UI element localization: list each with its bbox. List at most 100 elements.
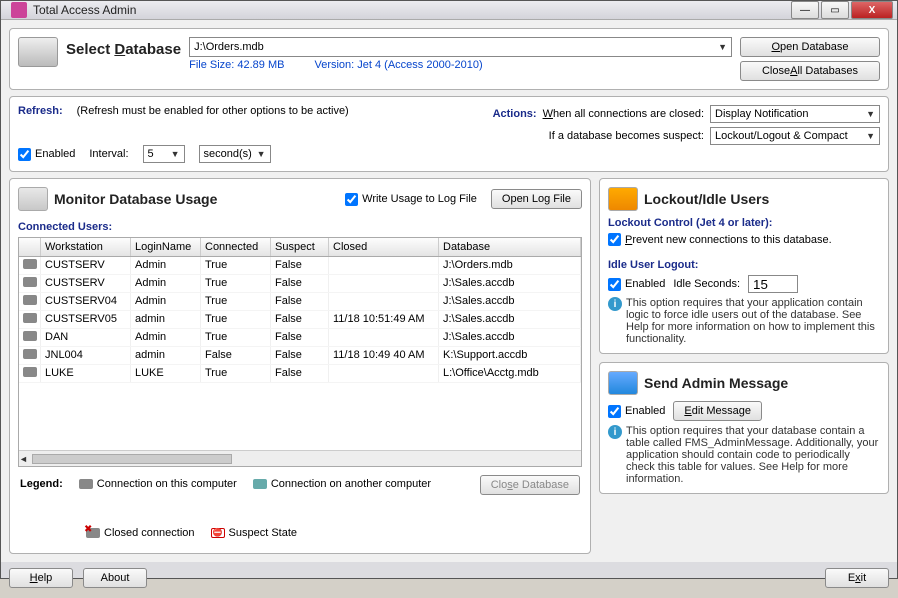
refresh-enabled-checkbox[interactable]: Enabled	[18, 148, 75, 161]
about-button[interactable]: About	[83, 568, 147, 588]
edit-message-button[interactable]: Edit Message	[673, 401, 762, 421]
cell-connected: True	[201, 365, 271, 382]
row-icon	[19, 365, 41, 382]
legend-label: Legend:	[20, 478, 63, 490]
col-suspect[interactable]: Suspect	[271, 238, 329, 256]
cell-suspect: False	[271, 347, 329, 364]
row-icon	[19, 257, 41, 274]
cell-database: J:\Sales.accdb	[439, 293, 581, 310]
grid-body[interactable]: CUSTSERVAdminTrueFalseJ:\Orders.mdbCUSTS…	[19, 257, 581, 450]
cell-database: J:\Sales.accdb	[439, 311, 581, 328]
monitor-icon	[608, 371, 638, 395]
cell-login: admin	[131, 311, 201, 328]
actions-label: Actions:	[493, 108, 537, 120]
file-size-label: File Size: 42.89 MB	[189, 59, 284, 71]
close-database-button[interactable]: Close Database	[480, 475, 580, 495]
maximize-button[interactable]: ▭	[821, 1, 849, 19]
grid-header[interactable]: Workstation LoginName Connected Suspect …	[19, 238, 581, 257]
table-row[interactable]: DANAdminTrueFalseJ:\Sales.accdb	[19, 329, 581, 347]
write-log-label: Write Usage to Log File	[362, 193, 477, 205]
cell-closed	[329, 293, 439, 310]
database-dropdown[interactable]: J:\Orders.mdb ▼	[189, 37, 732, 57]
users-grid[interactable]: Workstation LoginName Connected Suspect …	[18, 237, 582, 467]
prevent-new-checkbox[interactable]: Prevent new connections to this database…	[608, 233, 832, 246]
close-window-button[interactable]: X	[851, 1, 893, 19]
window-title: Total Access Admin	[33, 3, 791, 17]
col-closed[interactable]: Closed	[329, 238, 439, 256]
idle-seconds-label: Idle Seconds:	[673, 278, 740, 290]
send-message-panel: Send Admin Message Enabled Edit Message …	[599, 362, 889, 494]
cell-login: Admin	[131, 275, 201, 292]
cell-login: Admin	[131, 329, 201, 346]
col-workstation[interactable]: Workstation	[41, 238, 131, 256]
send-message-title: Send Admin Message	[644, 375, 788, 391]
col-database[interactable]: Database	[439, 238, 581, 256]
table-row[interactable]: CUSTSERVAdminTrueFalseJ:\Sales.accdb	[19, 275, 581, 293]
cell-closed: 11/18 10:49 40 AM	[329, 347, 439, 364]
cell-connected: True	[201, 293, 271, 310]
cell-closed	[329, 257, 439, 274]
write-log-checkbox[interactable]: Write Usage to Log File	[345, 193, 477, 206]
cell-connected: True	[201, 275, 271, 292]
help-button[interactable]: Help	[9, 568, 73, 588]
lockout-title: Lockout/Idle Users	[644, 191, 769, 207]
cell-suspect: False	[271, 329, 329, 346]
table-row[interactable]: CUSTSERV05adminTrueFalse11/18 10:51:49 A…	[19, 311, 581, 329]
open-database-button[interactable]: Open Database	[740, 37, 880, 57]
cell-connected: True	[201, 329, 271, 346]
minimize-button[interactable]: —	[791, 1, 819, 19]
horizontal-scrollbar[interactable]: ◄	[19, 450, 581, 466]
monitor-title: Monitor Database Usage	[54, 191, 217, 207]
database-icon	[18, 37, 58, 67]
col-icon[interactable]	[19, 238, 41, 256]
row-icon	[19, 275, 41, 292]
legend: Legend: Connection on this computer Conn…	[18, 467, 582, 545]
open-log-file-button[interactable]: Open Log File	[491, 189, 582, 209]
footer: Help About Exit	[1, 562, 897, 598]
idle-heading: Idle User Logout:	[608, 253, 880, 271]
cell-closed	[329, 275, 439, 292]
close-all-databases-button[interactable]: Close All Databases	[740, 61, 880, 81]
legend-closed: Closed connection	[104, 527, 195, 539]
col-connected[interactable]: Connected	[201, 238, 271, 256]
row-icon	[19, 293, 41, 310]
when-closed-label: When all connections are closed:	[543, 108, 704, 120]
idle-enabled-checkbox[interactable]: Enabled	[608, 278, 665, 291]
table-row[interactable]: LUKELUKETrueFalseL:\Office\Acctg.mdb	[19, 365, 581, 383]
cell-login: Admin	[131, 293, 201, 310]
refresh-enabled-label: Enabled	[35, 148, 75, 160]
scroll-left-icon[interactable]: ◄	[19, 454, 28, 464]
refresh-note: (Refresh must be enabled for other optio…	[77, 105, 349, 117]
interval-unit-select[interactable]: second(s)▼	[199, 145, 271, 163]
scroll-thumb[interactable]	[32, 454, 232, 464]
when-closed-select[interactable]: Display Notification▼	[710, 105, 880, 123]
cell-database: J:\Sales.accdb	[439, 275, 581, 292]
cell-workstation: CUSTSERV	[41, 257, 131, 274]
legend-this-computer-icon	[79, 479, 93, 489]
send-message-info: This option requires that your database …	[626, 425, 880, 485]
table-row[interactable]: CUSTSERV04AdminTrueFalseJ:\Sales.accdb	[19, 293, 581, 311]
refresh-actions-panel: Refresh: (Refresh must be enabled for ot…	[9, 96, 889, 172]
lock-icon	[608, 187, 638, 211]
col-loginname[interactable]: LoginName	[131, 238, 201, 256]
cell-workstation: CUSTSERV04	[41, 293, 131, 310]
chevron-down-icon: ▼	[866, 109, 875, 119]
send-enabled-checkbox[interactable]: Enabled	[608, 405, 665, 418]
table-row[interactable]: CUSTSERVAdminTrueFalseJ:\Orders.mdb	[19, 257, 581, 275]
cell-closed	[329, 329, 439, 346]
cell-workstation: CUSTSERV	[41, 275, 131, 292]
idle-seconds-input[interactable]	[748, 275, 798, 293]
info-icon: i	[608, 297, 622, 311]
row-icon	[19, 329, 41, 346]
refresh-label: Refresh:	[18, 105, 63, 117]
legend-other-computer-icon	[253, 479, 267, 489]
legend-this-computer: Connection on this computer	[97, 478, 237, 490]
info-icon: i	[608, 425, 622, 439]
exit-button[interactable]: Exit	[825, 568, 889, 588]
chevron-down-icon: ▼	[257, 149, 266, 159]
interval-value-select[interactable]: 5▼	[143, 145, 185, 163]
cell-login: LUKE	[131, 365, 201, 382]
row-icon	[19, 347, 41, 364]
if-suspect-select[interactable]: Lockout/Logout & Compact▼	[710, 127, 880, 145]
table-row[interactable]: JNL004adminFalseFalse11/18 10:49 40 AMK:…	[19, 347, 581, 365]
